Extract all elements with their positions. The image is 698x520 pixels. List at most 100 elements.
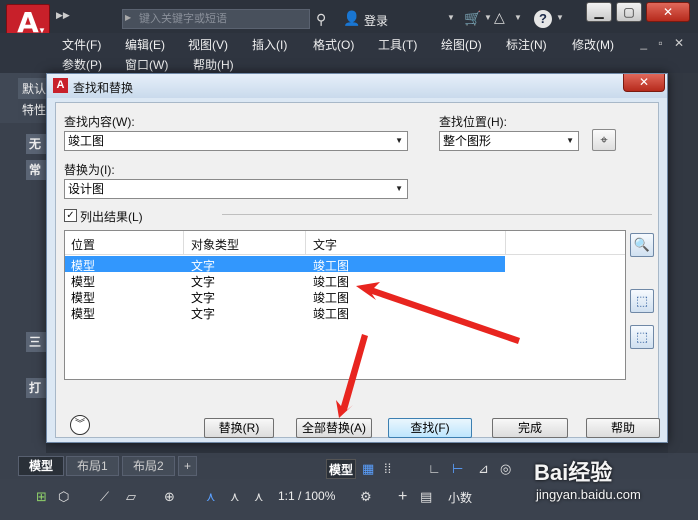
menu-modify[interactable]: 修改(M) <box>572 36 614 53</box>
help-icon[interactable]: ? <box>534 10 552 28</box>
tab-layout2[interactable]: 布局2 <box>122 456 175 476</box>
select-objects-button[interactable]: ⌖ <box>592 129 616 151</box>
menu-insert[interactable]: 插入(I) <box>252 36 287 53</box>
menu-help[interactable]: 帮助(H) <box>193 56 234 73</box>
table-row[interactable]: 模型 文字 竣工图 <box>65 304 505 321</box>
binoculars-icon[interactable]: ⚲ <box>316 11 326 28</box>
object-snap-icon[interactable]: ◎ <box>500 461 511 477</box>
help-button[interactable]: 帮助 <box>586 418 660 438</box>
zoom-to-highlighted-button[interactable]: 🔍 <box>630 233 654 257</box>
list-results-label: 列出结果(L) <box>80 210 143 224</box>
chevron-down-icon[interactable]: ▼ <box>395 132 403 150</box>
chevron-down-icon[interactable]: ▼ <box>566 132 574 150</box>
annotation-scale-icon[interactable]: ⋏ <box>206 489 216 505</box>
chevron-down-icon[interactable]: ▼ <box>556 13 564 22</box>
connect-icon[interactable]: △ <box>494 9 505 26</box>
column-divider <box>505 231 506 255</box>
left-panel-item[interactable]: 无 <box>26 134 48 154</box>
units-icon[interactable]: ▤ <box>420 489 432 505</box>
chevron-down-icon[interactable]: ▼ <box>484 13 492 22</box>
dialog-title: 查找和替换 <box>73 81 134 95</box>
find-input[interactable]: 竣工图 ▼ <box>64 131 408 151</box>
auto-scale-icon[interactable]: ⋏ <box>254 489 264 505</box>
find-button[interactable]: 查找(F) <box>388 418 472 438</box>
column-header-text[interactable]: 文字 <box>313 236 337 253</box>
search-input[interactable]: 键入关键字或短语 <box>122 9 310 29</box>
dialog-body: 查找内容(W): 竣工图 ▼ 查找位置(H): 整个图形 ▼ ⌖ 替换为(I):… <box>55 102 660 438</box>
tab-layout1[interactable]: 布局1 <box>66 456 119 476</box>
list-results-checkbox[interactable]: ✓ <box>64 209 77 222</box>
watermark-url: jingyan.baidu.com <box>536 487 641 502</box>
login-link[interactable]: 登录 <box>364 12 388 29</box>
replace-value: 设计图 <box>68 182 105 196</box>
annotation-visibility-icon[interactable]: ⋏ <box>230 489 240 505</box>
menu-file[interactable]: 文件(F) <box>62 36 101 53</box>
user-icon: 👤 <box>343 10 361 26</box>
annotation-monitor-icon[interactable]: ⊞ <box>36 489 47 505</box>
table-row[interactable]: 模型 文字 竣工图 <box>65 256 505 273</box>
table-row[interactable]: 模型 文字 竣工图 <box>65 288 505 305</box>
isodraft-icon[interactable]: ⊿ <box>478 461 489 477</box>
ucs-icon[interactable]: ⟋ <box>100 489 109 505</box>
table-row[interactable]: 模型 文字 竣工图 <box>65 272 505 289</box>
cart-icon[interactable]: 🛒 <box>464 10 481 27</box>
units-display[interactable]: 小数 <box>448 489 472 506</box>
where-select[interactable]: 整个图形 ▼ <box>439 131 579 151</box>
model-space-button[interactable]: 模型 <box>326 459 356 479</box>
dialog-title-bar[interactable] <box>47 74 667 98</box>
selection-cycle-icon[interactable]: ⊕ <box>164 489 175 505</box>
quick-access-expand-icon[interactable]: ▶▶ <box>56 10 72 26</box>
annotation-scale[interactable]: 1:1 / 100% <box>278 489 335 503</box>
autocad-logo-icon: A <box>53 78 68 93</box>
results-header: 位置 对象类型 文字 <box>65 231 625 255</box>
menu-tools[interactable]: 工具(T) <box>378 36 417 53</box>
replace-button[interactable]: 替换(R) <box>204 418 274 438</box>
minimize-button[interactable]: ▁ <box>586 2 612 22</box>
right-panel <box>668 73 698 453</box>
expand-options-button[interactable]: ︾ <box>70 415 90 435</box>
gear-icon[interactable]: ⚙ <box>360 489 372 505</box>
left-panel-item[interactable]: 三 <box>26 332 48 352</box>
cube-icon[interactable]: ▱ <box>126 489 136 505</box>
menu-edit[interactable]: 编辑(E) <box>125 36 165 53</box>
cell-type: 文字 <box>191 307 216 321</box>
replace-input[interactable]: 设计图 ▼ <box>64 179 408 199</box>
find-value: 竣工图 <box>68 134 105 148</box>
tab-model[interactable]: 模型 <box>18 456 65 476</box>
column-divider <box>305 231 306 255</box>
maximize-button[interactable]: ▢ <box>616 2 642 22</box>
snap-icon[interactable]: ⁞⁞ <box>384 461 391 476</box>
replace-all-button[interactable]: 全部替换(A) <box>296 418 372 438</box>
ortho-icon[interactable]: ∟ <box>428 461 441 476</box>
polar-icon[interactable]: ⊢ <box>452 461 463 477</box>
menu-view[interactable]: 视图(V) <box>188 36 228 53</box>
column-divider <box>183 231 184 255</box>
document-window-controls[interactable]: _ ▫ ✕ <box>640 36 688 50</box>
menu-dimension[interactable]: 标注(N) <box>506 36 547 53</box>
cell-location: 模型 <box>71 307 96 321</box>
search-expand-icon[interactable]: ▶ <box>125 13 131 22</box>
cell-text: 竣工图 <box>313 307 350 321</box>
add-layout-button[interactable]: + <box>178 456 198 476</box>
create-selection-set-highlighted-button[interactable]: ⬚ <box>630 325 654 349</box>
create-selection-set-all-button[interactable]: ⬚ <box>630 289 654 313</box>
menu-format[interactable]: 格式(O) <box>313 36 354 53</box>
grid-icon[interactable]: ▦ <box>362 461 374 477</box>
left-panel-item[interactable]: 打 <box>26 378 48 398</box>
chevron-down-icon[interactable]: ▼ <box>514 13 522 22</box>
results-table[interactable]: 位置 对象类型 文字 模型 文字 竣工图 模型 文字 竣工图 模型 文字 竣工图 <box>64 230 626 380</box>
close-window-button[interactable]: ✕ <box>646 2 690 22</box>
menu-window[interactable]: 窗口(W) <box>125 56 168 73</box>
done-button[interactable]: 完成 <box>492 418 568 438</box>
menu-draw[interactable]: 绘图(D) <box>441 36 482 53</box>
where-label: 查找位置(H): <box>439 115 507 129</box>
left-panel-item[interactable]: 常 <box>26 160 48 180</box>
chevron-down-icon[interactable]: ▼ <box>447 13 455 22</box>
3d-object-icon[interactable]: ⬡ <box>58 489 69 505</box>
dialog-close-button[interactable]: ✕ <box>623 74 665 92</box>
menu-parametric[interactable]: 参数(P) <box>62 56 102 73</box>
chevron-down-icon[interactable]: ▼ <box>395 180 403 198</box>
column-header-location[interactable]: 位置 <box>71 236 95 253</box>
plus-icon[interactable]: + <box>398 488 407 506</box>
column-header-type[interactable]: 对象类型 <box>191 236 239 253</box>
